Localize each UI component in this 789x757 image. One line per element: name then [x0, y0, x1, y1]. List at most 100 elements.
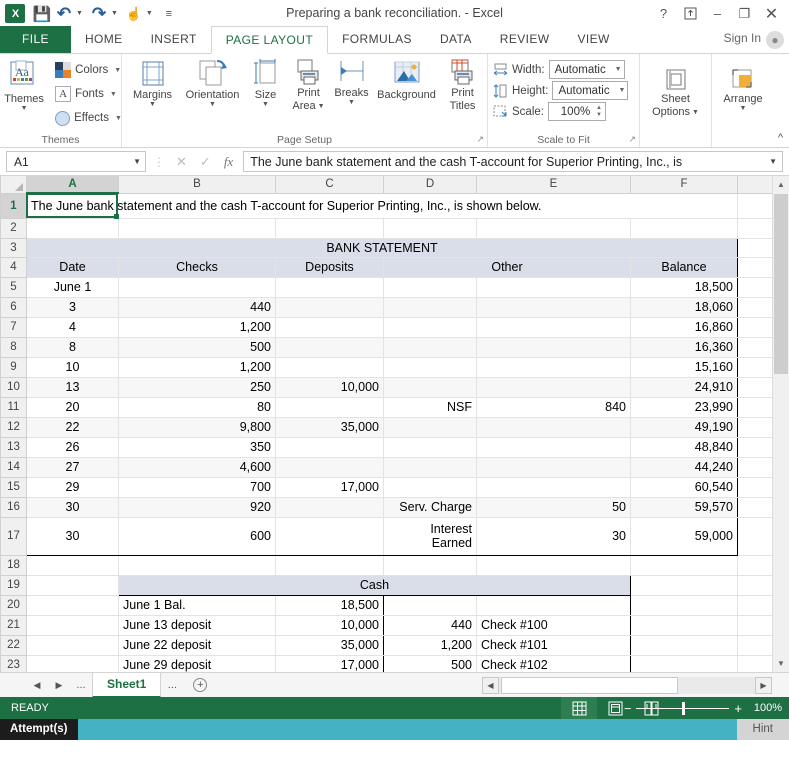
row-header-5[interactable]: 5	[0, 276, 27, 298]
cell-b21[interactable]: June 13 deposit	[118, 615, 276, 636]
close-button[interactable]: ✕	[758, 2, 785, 26]
cell-g11[interactable]	[737, 397, 773, 418]
tab-home[interactable]: HOME	[71, 26, 137, 53]
cell-d6[interactable]	[383, 297, 477, 318]
tab-file[interactable]: FILE	[0, 26, 71, 53]
row-header-23[interactable]: 23	[0, 654, 27, 672]
row-header-22[interactable]: 22	[0, 634, 27, 656]
orientation-button[interactable]: Orientation ▼	[181, 57, 245, 108]
cell-e17[interactable]: 30	[476, 517, 631, 556]
breaks-button[interactable]: Breaks ▼	[331, 57, 373, 106]
cell-d15[interactable]	[383, 477, 477, 498]
cell-b16[interactable]: 920	[118, 497, 276, 518]
cell-header-other[interactable]: Other	[383, 257, 631, 278]
scroll-down-icon[interactable]: ▼	[773, 655, 789, 672]
row-header-15[interactable]: 15	[0, 476, 27, 498]
cell-a16[interactable]: 30	[26, 497, 119, 518]
cell-b22[interactable]: June 22 deposit	[118, 635, 276, 656]
column-header-g[interactable]	[737, 176, 773, 194]
cell-e14[interactable]	[476, 457, 631, 478]
cell-header-deposits[interactable]: Deposits	[275, 257, 384, 278]
chevron-down-icon[interactable]: ▼	[21, 105, 28, 112]
cell-c14[interactable]	[275, 457, 384, 478]
row-header-1[interactable]: 1	[0, 192, 27, 219]
vertical-scrollbar[interactable]: ▲ ▼	[772, 176, 789, 672]
cell-d18[interactable]	[383, 555, 477, 576]
cell-a5[interactable]: June 1	[26, 277, 119, 298]
row-header-10[interactable]: 10	[0, 376, 27, 398]
cell-header-balance[interactable]: Balance	[630, 257, 738, 278]
cell-f5[interactable]: 18,500	[630, 277, 738, 298]
cell-a14[interactable]: 27	[26, 457, 119, 478]
row-header-6[interactable]: 6	[0, 296, 27, 318]
cell-g23[interactable]	[737, 655, 773, 672]
chevron-down-icon[interactable]: ▼	[348, 99, 355, 106]
cell-g15[interactable]	[737, 477, 773, 498]
cell-a15[interactable]: 29	[26, 477, 119, 498]
cell-g5[interactable]	[737, 277, 773, 298]
row-header-13[interactable]: 13	[0, 436, 27, 458]
cell-c15[interactable]: 17,000	[275, 477, 384, 498]
row-header-4[interactable]: 4	[0, 256, 27, 278]
cell-f23[interactable]	[630, 655, 738, 672]
cell-b11[interactable]: 80	[118, 397, 276, 418]
cell-g17[interactable]	[737, 517, 773, 556]
row-header-7[interactable]: 7	[0, 316, 27, 338]
sheet-overflow-right-icon[interactable]: ...	[161, 679, 183, 691]
themes-button[interactable]: Aa Themes ▼	[0, 57, 52, 112]
touch-mode-icon[interactable]: ☝	[123, 3, 145, 25]
chevron-down-icon[interactable]: ▼	[133, 157, 141, 166]
cell-b5[interactable]	[118, 277, 276, 298]
cell-c5[interactable]	[275, 277, 384, 298]
cell-c13[interactable]	[275, 437, 384, 458]
cell-b13[interactable]: 350	[118, 437, 276, 458]
sheet-options-button[interactable]: Sheet Options ▼	[645, 57, 707, 119]
cell-g7[interactable]	[737, 317, 773, 338]
scroll-left-icon[interactable]: ◀	[482, 676, 499, 694]
cell-b9[interactable]: 1,200	[118, 357, 276, 378]
cell-a22[interactable]	[26, 635, 119, 656]
cell-c22[interactable]: 35,000	[275, 635, 384, 656]
sign-in-button[interactable]: Sign In	[724, 31, 761, 45]
cell-g2[interactable]	[737, 218, 773, 239]
cell-g4[interactable]	[737, 257, 773, 278]
cell-c16[interactable]	[275, 497, 384, 518]
cell-e2[interactable]	[476, 218, 631, 239]
chevron-down-icon[interactable]: ▼	[692, 109, 699, 116]
cell-e13[interactable]	[476, 437, 631, 458]
zoom-slider-thumb[interactable]	[682, 701, 686, 715]
cell-e15[interactable]	[476, 477, 631, 498]
cell-e6[interactable]	[476, 297, 631, 318]
scale-to-fit-dialog-launcher-icon[interactable]: ↗	[628, 134, 636, 145]
cell-d9[interactable]	[383, 357, 477, 378]
cell-e22[interactable]: Check #101	[476, 635, 631, 656]
cell-a9[interactable]: 10	[26, 357, 119, 378]
chevron-down-icon[interactable]: ▼	[110, 91, 117, 98]
scroll-right-icon[interactable]: ▶	[755, 676, 772, 694]
account-avatar-icon[interactable]: ●	[766, 31, 784, 49]
cell-f12[interactable]: 49,190	[630, 417, 738, 438]
next-sheet-icon[interactable]: ▶	[48, 680, 70, 691]
cell-e9[interactable]	[476, 357, 631, 378]
cell-f2[interactable]	[630, 218, 738, 239]
cell-c12[interactable]: 35,000	[275, 417, 384, 438]
cell-g14[interactable]	[737, 457, 773, 478]
cell-d22[interactable]: 1,200	[383, 635, 477, 656]
cell-f21[interactable]	[630, 615, 738, 636]
fonts-button[interactable]: A Fonts ▼	[52, 83, 125, 105]
cell-c11[interactable]	[275, 397, 384, 418]
cell-bank-statement-title[interactable]: BANK STATEMENT	[26, 237, 738, 258]
row-header-11[interactable]: 11	[0, 396, 27, 418]
cell-cash-title[interactable]: Cash	[118, 574, 631, 596]
cell-a23[interactable]	[26, 655, 119, 672]
chevron-down-icon[interactable]: ▼	[318, 103, 325, 110]
row-header-21[interactable]: 21	[0, 614, 27, 636]
cell-e8[interactable]	[476, 337, 631, 358]
zoom-out-button[interactable]: −	[624, 701, 632, 716]
cell-e18[interactable]	[476, 555, 631, 576]
cell-c21[interactable]: 10,000	[275, 615, 384, 636]
cell-b12[interactable]: 9,800	[118, 417, 276, 438]
zoom-level-label[interactable]: 100%	[754, 702, 782, 714]
cell-c17[interactable]	[275, 517, 384, 556]
cell-a12[interactable]: 22	[26, 417, 119, 438]
